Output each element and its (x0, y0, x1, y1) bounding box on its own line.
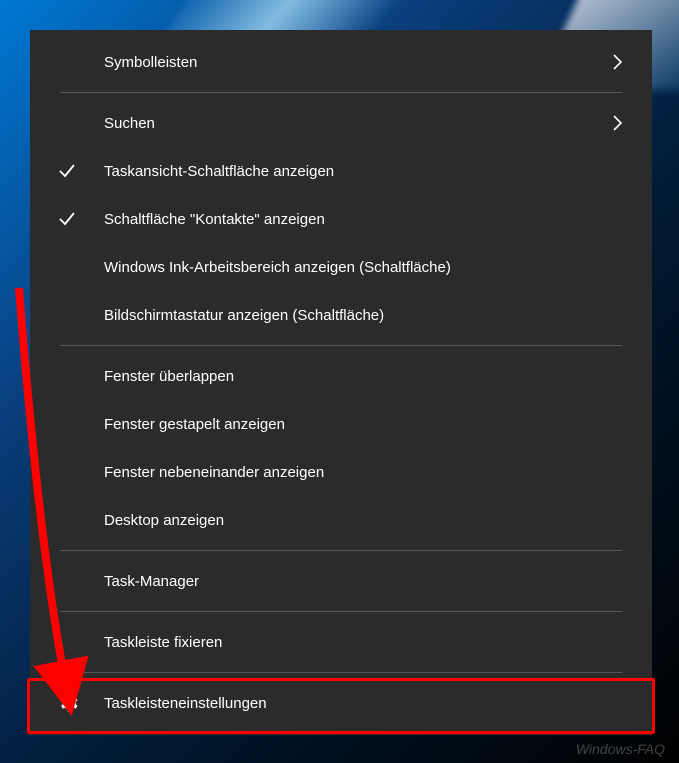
menu-item-label: Fenster überlappen (104, 368, 624, 385)
taskbar-context-menu: Symbolleisten Suchen Taskansicht-Schaltflä… (30, 30, 652, 735)
menu-item-suchen[interactable]: Suchen (30, 99, 652, 147)
menu-item-taskleiste-fixieren[interactable]: Taskleiste fixieren (30, 618, 652, 666)
menu-item-label: Taskansicht-Schaltfläche anzeigen (104, 163, 624, 180)
menu-separator (60, 611, 622, 612)
menu-separator (60, 92, 622, 93)
menu-item-label: Fenster nebeneinander anzeigen (104, 464, 624, 481)
menu-item-bildschirmtastatur-anzeigen-schaltfl-che[interactable]: Bildschirmtastatur anzeigen (Schaltfläch… (30, 291, 652, 339)
chevron-right-icon (612, 53, 624, 71)
menu-item-desktop-anzeigen[interactable]: Desktop anzeigen (30, 496, 652, 544)
menu-item-symbolleisten[interactable]: Symbolleisten (30, 38, 652, 86)
gear-icon (58, 693, 104, 713)
menu-item-label: Schaltfläche "Kontakte" anzeigen (104, 211, 624, 228)
menu-separator (60, 550, 622, 551)
menu-item-fenster-berlappen[interactable]: Fenster überlappen (30, 352, 652, 400)
menu-item-label: Taskleisteneinstellungen (104, 695, 624, 712)
menu-item-label: Taskleiste fixieren (104, 634, 624, 651)
menu-separator (60, 345, 622, 346)
menu-item-label: Desktop anzeigen (104, 512, 624, 529)
menu-item-taskleisteneinstellungen[interactable]: Taskleisteneinstellungen (30, 679, 652, 727)
menu-item-fenster-nebeneinander-anzeigen[interactable]: Fenster nebeneinander anzeigen (30, 448, 652, 496)
menu-item-fenster-gestapelt-anzeigen[interactable]: Fenster gestapelt anzeigen (30, 400, 652, 448)
menu-item-label: Symbolleisten (104, 54, 612, 71)
menu-item-label: Windows Ink-Arbeitsbereich anzeigen (Sch… (104, 259, 624, 276)
watermark-text: Windows-FAQ (576, 741, 665, 757)
menu-item-windows-ink-arbeitsbereich-anzeigen-schaltfl-che[interactable]: Windows Ink-Arbeitsbereich anzeigen (Sch… (30, 243, 652, 291)
chevron-right-icon (612, 114, 624, 132)
menu-item-label: Fenster gestapelt anzeigen (104, 416, 624, 433)
menu-item-task-manager[interactable]: Task-Manager (30, 557, 652, 605)
menu-item-label: Suchen (104, 115, 612, 132)
menu-item-schaltfl-che-kontakte-anzeigen[interactable]: Schaltfläche "Kontakte" anzeigen (30, 195, 652, 243)
menu-separator (60, 672, 622, 673)
menu-item-taskansicht-schaltfl-che-anzeigen[interactable]: Taskansicht-Schaltfläche anzeigen (30, 147, 652, 195)
check-icon (58, 162, 104, 180)
menu-item-label: Bildschirmtastatur anzeigen (Schaltfläch… (104, 307, 624, 324)
check-icon (58, 210, 104, 228)
menu-item-label: Task-Manager (104, 573, 624, 590)
